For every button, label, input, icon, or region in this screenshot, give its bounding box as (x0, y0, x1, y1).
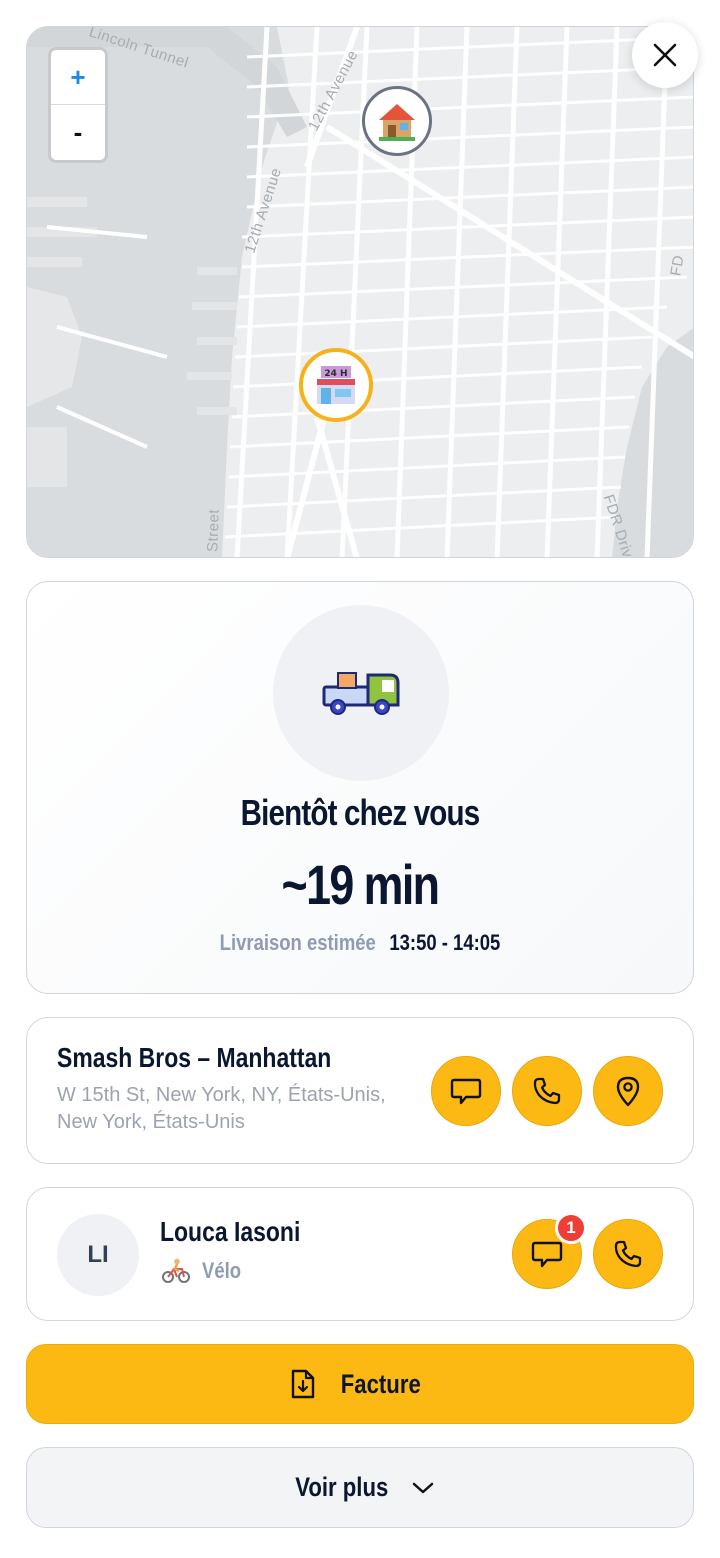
chat-icon (531, 1241, 563, 1268)
map-label-street: Street (204, 508, 223, 553)
cyclist-icon (162, 1258, 190, 1283)
phone-icon (533, 1077, 561, 1105)
store-location-button[interactable] (593, 1056, 663, 1126)
courier-vehicle: Vélo (162, 1258, 248, 1284)
file-download-icon (292, 1369, 315, 1399)
zoom-control: + - (48, 47, 108, 163)
chat-icon (450, 1078, 482, 1105)
zoom-in-button[interactable]: + (51, 50, 105, 105)
convenience-store-icon: 24 H (317, 366, 355, 404)
store-marker[interactable]: 24 H (299, 348, 373, 422)
eta-minutes: ~19 min (281, 853, 440, 916)
map-pin-icon (616, 1076, 640, 1107)
truck-badge (273, 605, 449, 781)
unread-badge: 1 (555, 1212, 587, 1244)
store-card: Smash Bros – Manhattan W 15th St, New Yo… (26, 1017, 694, 1164)
invoice-button[interactable]: Facture (26, 1344, 694, 1424)
map-label-fd: FD (667, 253, 688, 278)
courier-avatar: LI (57, 1214, 139, 1296)
eta-card: Bientôt chez vous ~19 min Livraison esti… (26, 581, 694, 994)
close-icon (653, 43, 677, 67)
map-tiles (27, 27, 693, 557)
delivery-map[interactable]: Lincoln Tunnel 12th Avenue 12th Avenue S… (26, 26, 694, 558)
delivery-truck-icon (322, 672, 400, 715)
courier-message-button[interactable]: 1 (512, 1212, 587, 1289)
eta-window-value: 13:50 - 14:05 (389, 930, 501, 955)
phone-icon (614, 1240, 642, 1268)
eta-title: Bientôt chez vous (240, 792, 480, 833)
see-more-button[interactable]: Voir plus (26, 1447, 694, 1528)
eta-window-label: Livraison estimée (219, 930, 376, 955)
svg-text:24 H: 24 H (324, 369, 347, 379)
chevron-down-icon (412, 1482, 433, 1493)
store-message-button[interactable] (431, 1056, 501, 1126)
courier-vehicle-label: Vélo (202, 1258, 242, 1283)
courier-card: LI Louca Iasoni Vélo 1 (26, 1187, 694, 1321)
store-call-button[interactable] (512, 1056, 582, 1126)
store-address: W 15th St, New York, NY, États-Unis, New… (57, 1084, 386, 1133)
zoom-out-button[interactable]: - (51, 105, 105, 160)
see-more-label: Voir plus (295, 1472, 389, 1502)
store-name: Smash Bros – Manhattan (57, 1042, 332, 1073)
close-button[interactable] (632, 22, 698, 88)
destination-marker[interactable] (362, 86, 432, 156)
invoice-label: Facture (340, 1368, 421, 1399)
courier-name: Louca Iasoni (160, 1216, 301, 1247)
house-icon (379, 104, 415, 141)
eta-window: Livraison estimée 13:50 - 14:05 (80, 930, 639, 956)
courier-call-button[interactable] (593, 1219, 663, 1289)
